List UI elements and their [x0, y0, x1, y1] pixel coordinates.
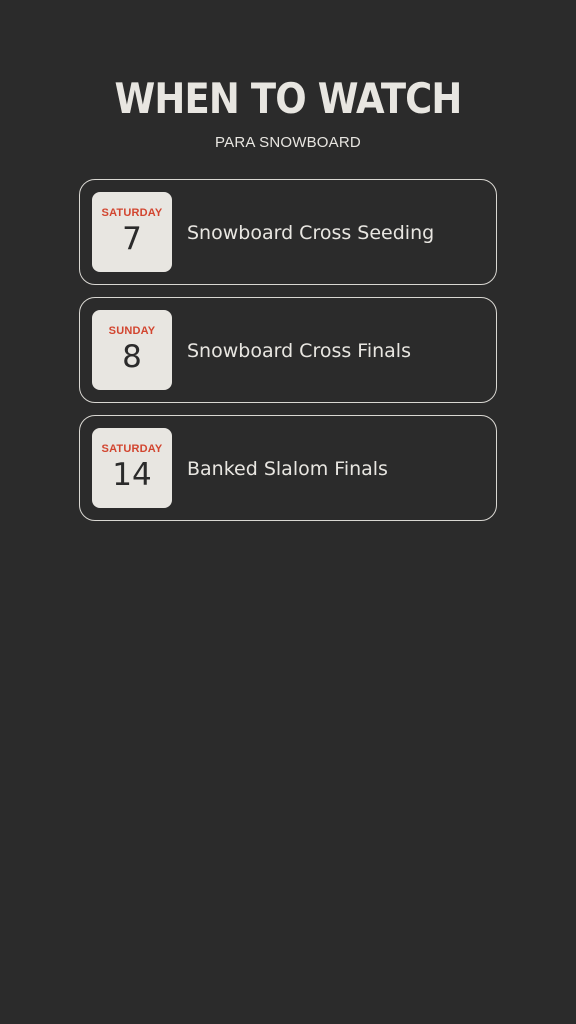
event-name: Banked Slalom Finals	[187, 458, 388, 480]
event-name: Snowboard Cross Finals	[187, 340, 411, 362]
calendar-icon: SATURDAY 7	[92, 192, 172, 272]
event-name: Snowboard Cross Seeding	[187, 222, 435, 244]
calendar-date: 7	[122, 221, 142, 257]
event-card: SATURDAY 14 Banked Slalom Finals	[79, 415, 497, 521]
calendar-date: 14	[112, 457, 152, 493]
calendar-weekday: SATURDAY	[101, 443, 163, 455]
calendar-icon: SUNDAY 8	[92, 310, 172, 390]
calendar-icon: SATURDAY 14	[92, 428, 172, 508]
page-title: WHEN TO WATCH	[114, 74, 463, 123]
event-card: SATURDAY 7 Snowboard Cross Seeding	[79, 179, 497, 285]
calendar-date: 8	[122, 339, 142, 375]
page-subtitle: PARA SNOWBOARD	[215, 134, 361, 151]
event-card: SUNDAY 8 Snowboard Cross Finals	[79, 297, 497, 403]
calendar-weekday: SUNDAY	[108, 325, 156, 337]
calendar-weekday: SATURDAY	[101, 207, 163, 219]
event-list: SATURDAY 7 Snowboard Cross Seeding SUNDA…	[79, 179, 497, 533]
